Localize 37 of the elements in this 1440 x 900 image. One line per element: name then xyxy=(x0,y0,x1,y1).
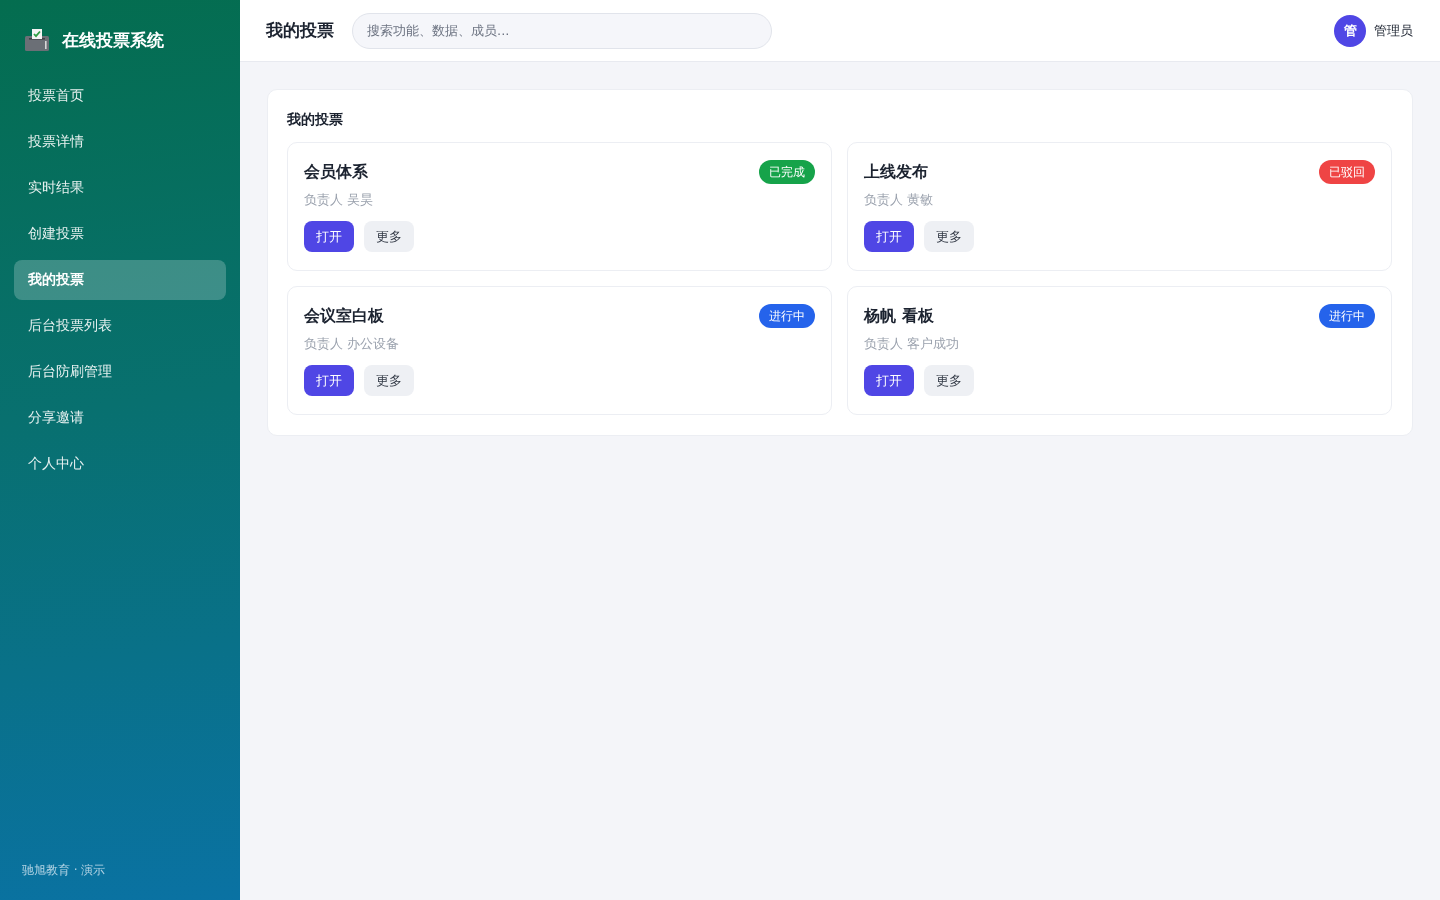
page-title: 我的投票 xyxy=(266,19,334,42)
user-name: 管理员 xyxy=(1374,21,1413,40)
avatar[interactable]: 管 xyxy=(1334,14,1366,47)
status-badge: 进行中 xyxy=(1319,304,1375,328)
more-button[interactable]: 更多 xyxy=(924,365,974,396)
nav-item[interactable]: 我的投票 xyxy=(14,260,226,300)
nav-item[interactable]: 投票首页 xyxy=(14,76,226,116)
nav-item[interactable]: 后台防刷管理 xyxy=(14,352,226,392)
nav-item[interactable]: 投票详情 xyxy=(14,122,226,162)
card-title: 会议室白板 xyxy=(304,305,384,327)
card-title: 杨帆 看板 xyxy=(864,305,934,327)
open-button[interactable]: 打开 xyxy=(304,221,354,252)
nav-item[interactable]: 创建投票 xyxy=(14,214,226,254)
more-button[interactable]: 更多 xyxy=(364,221,414,252)
panel-title: 我的投票 xyxy=(287,110,344,128)
owner-text: 负责人 吴昊 xyxy=(304,191,375,209)
more-button[interactable]: 更多 xyxy=(364,365,414,396)
owner-text: 负责人 客户成功 xyxy=(864,335,961,353)
status-badge: 已驳回 xyxy=(1319,160,1375,184)
nav-item[interactable]: 分享邀请 xyxy=(14,398,226,438)
nav-item[interactable]: 后台投票列表 xyxy=(14,306,226,346)
open-button[interactable]: 打开 xyxy=(864,221,914,252)
search-field[interactable]: 搜索功能、数据、成员... xyxy=(352,12,772,49)
ballot-box-icon xyxy=(25,29,49,51)
status-badge: 进行中 xyxy=(759,304,815,328)
open-button[interactable]: 打开 xyxy=(864,365,914,396)
card-title: 上线发布 xyxy=(864,161,928,183)
owner-text: 负责人 黄敏 xyxy=(864,191,935,209)
brand-title: 在线投票系统 xyxy=(62,28,164,52)
more-button[interactable]: 更多 xyxy=(924,221,974,252)
nav-item[interactable]: 个人中心 xyxy=(14,444,226,484)
status-badge: 已完成 xyxy=(759,160,815,184)
open-button[interactable]: 打开 xyxy=(304,365,354,396)
footer-text: 驰旭教育 · 演示 xyxy=(21,862,107,879)
owner-text: 负责人 办公设备 xyxy=(304,335,401,353)
card-title: 会员体系 xyxy=(304,161,368,183)
nav-item[interactable]: 实时结果 xyxy=(14,168,226,208)
